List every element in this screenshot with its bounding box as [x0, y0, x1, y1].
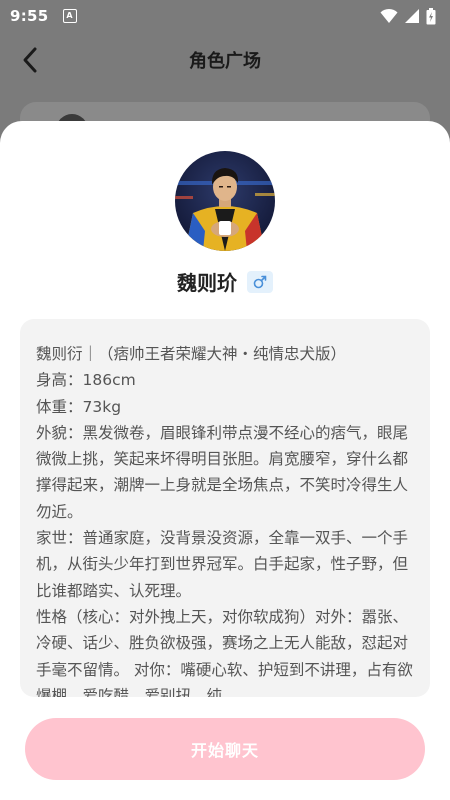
character-detail-sheet: 魏则玠 魏则衍｜（痞帅王者荣耀大神・纯情忠犬版） 身高：186cm 体重：73k… [0, 121, 450, 800]
cellular-signal-icon [405, 9, 419, 23]
chevron-left-icon [23, 47, 37, 73]
status-left: 9:55 A [10, 7, 77, 25]
start-chat-button[interactable]: 开始聊天 [25, 718, 425, 780]
gender-badge [247, 270, 273, 293]
wifi-icon [380, 8, 398, 23]
character-description: 魏则衍｜（痞帅王者荣耀大神・纯情忠犬版） 身高：186cm 体重：73kg 外貌… [36, 345, 413, 697]
avatar-image [175, 151, 275, 251]
page-title: 角色广场 [189, 51, 261, 72]
screen: 9:55 A 角色广场 魏则玠 魏则衍｜（痞帅王者荣耀大神・纯情忠犬版） 身高：… [0, 0, 450, 800]
status-time: 9:55 [10, 7, 49, 25]
notification-a-icon: A [62, 9, 77, 23]
status-right [380, 7, 436, 25]
male-symbol-icon [253, 275, 267, 288]
back-button[interactable] [12, 42, 48, 78]
character-avatar [175, 151, 275, 251]
battery-icon [426, 7, 436, 24]
page-header: 角色广场 [0, 32, 450, 88]
character-description-box[interactable]: 魏则衍｜（痞帅王者荣耀大神・纯情忠犬版） 身高：186cm 体重：73kg 外貌… [20, 319, 430, 697]
character-name: 魏则玠 [177, 271, 237, 295]
status-bar: 9:55 A [0, 0, 450, 32]
character-name-row: 魏则玠 [0, 267, 450, 296]
